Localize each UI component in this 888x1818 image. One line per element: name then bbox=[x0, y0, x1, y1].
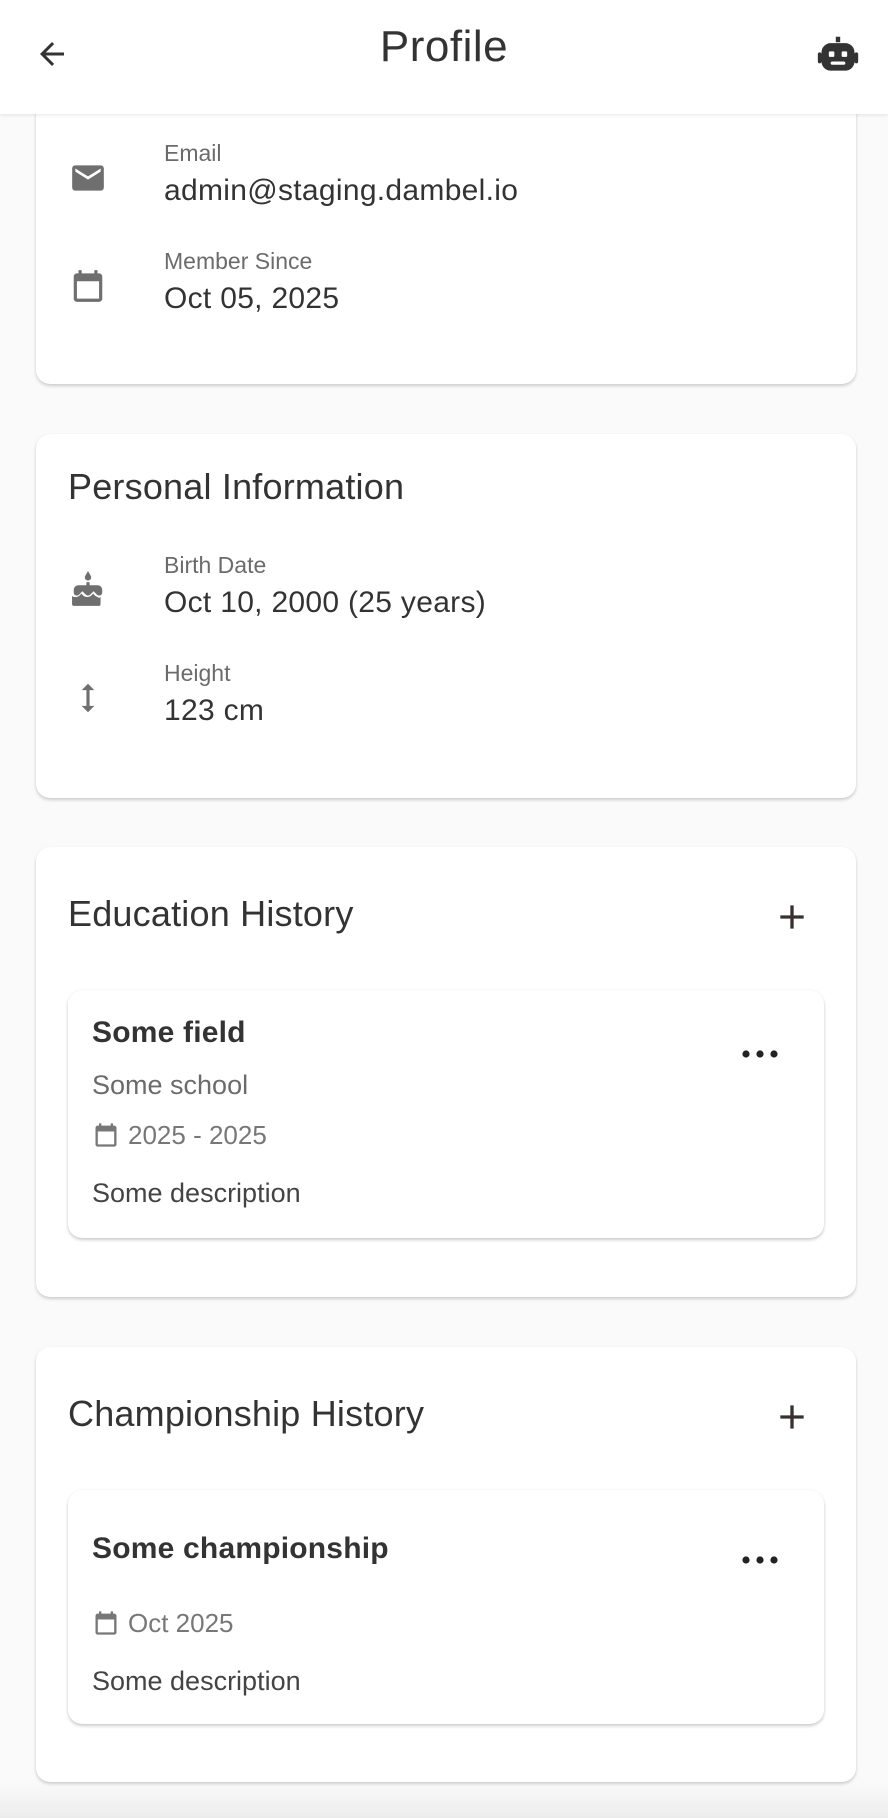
education-item[interactable]: Some field Some school 2025 - 2025 Some … bbox=[68, 990, 824, 1238]
championship-history-card: Championship History Some championship O… bbox=[36, 1347, 856, 1782]
education-years: 2025 - 2025 bbox=[92, 1118, 267, 1152]
championship-date-text: Oct 2025 bbox=[128, 1607, 234, 1638]
championship-item[interactable]: Some championship Oct 2025 Some descript… bbox=[68, 1490, 824, 1724]
education-field: Some field bbox=[92, 1016, 246, 1049]
education-school: Some school bbox=[92, 1070, 249, 1100]
member-since-label: Member Since bbox=[164, 248, 313, 274]
more-horizontal-icon bbox=[742, 1050, 778, 1058]
page-title: Profile bbox=[379, 22, 509, 71]
championship-date: Oct 2025 bbox=[92, 1606, 234, 1640]
scroll-fade bbox=[0, 1782, 888, 1818]
add-championship-button[interactable] bbox=[764, 1389, 820, 1445]
email-value: admin@staging.dambel.io bbox=[164, 174, 519, 207]
email-row: Email admin@staging.dambel.io bbox=[68, 140, 824, 220]
plus-icon bbox=[780, 1405, 804, 1429]
education-history-card: Education History Some field Some school… bbox=[36, 847, 856, 1297]
education-description: Some description bbox=[92, 1178, 301, 1208]
calendar-icon bbox=[95, 1123, 117, 1147]
robot-icon bbox=[817, 36, 859, 71]
email-label: Email bbox=[164, 140, 222, 166]
more-horizontal-icon bbox=[742, 1556, 778, 1564]
mail-icon bbox=[68, 158, 108, 198]
vertical-arrows-icon bbox=[68, 678, 108, 718]
plus-icon bbox=[780, 905, 804, 929]
birth-date-row: Birth Date Oct 10, 2000 (25 years) bbox=[68, 552, 824, 632]
calendar-icon bbox=[68, 266, 108, 306]
height-label: Height bbox=[164, 660, 231, 686]
cake-icon bbox=[68, 570, 108, 610]
assistant-button[interactable] bbox=[812, 30, 864, 82]
height-row: Height 123 cm bbox=[68, 660, 824, 740]
personal-info-card: Personal Information Birth Date Oct 10, … bbox=[36, 434, 856, 798]
birth-date-label: Birth Date bbox=[164, 552, 267, 578]
add-education-button[interactable] bbox=[764, 889, 820, 945]
education-history-title: Education History bbox=[68, 893, 354, 934]
member-since-value: Oct 05, 2025 bbox=[164, 282, 340, 315]
championship-name: Some championship bbox=[92, 1532, 389, 1565]
championship-more-button[interactable] bbox=[732, 1540, 788, 1580]
education-more-button[interactable] bbox=[732, 1034, 788, 1074]
championship-description: Some description bbox=[92, 1666, 301, 1696]
calendar-icon bbox=[95, 1611, 117, 1635]
birth-date-value: Oct 10, 2000 (25 years) bbox=[164, 586, 487, 619]
app-bar: Profile bbox=[0, 0, 888, 114]
championship-history-title: Championship History bbox=[68, 1393, 425, 1434]
member-since-row: Member Since Oct 05, 2025 bbox=[68, 248, 824, 328]
education-years-text: 2025 - 2025 bbox=[128, 1119, 267, 1150]
personal-info-title: Personal Information bbox=[68, 466, 405, 507]
height-value: 123 cm bbox=[164, 694, 265, 727]
